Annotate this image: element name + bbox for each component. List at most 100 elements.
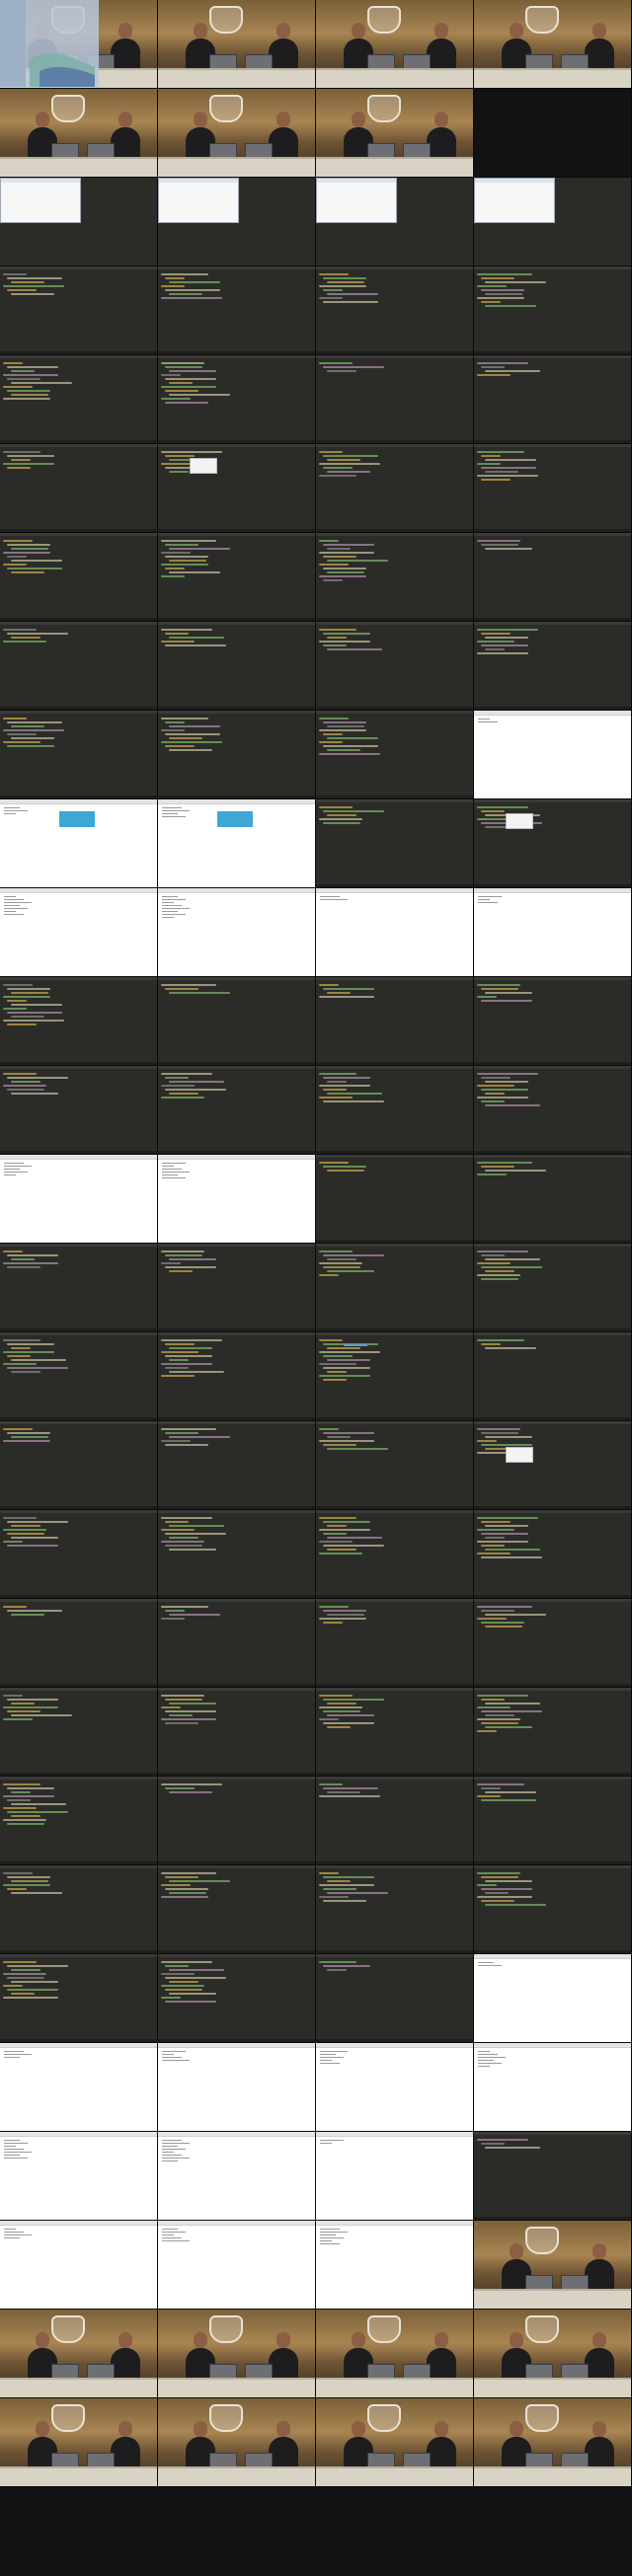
- code-lines: [161, 540, 309, 579]
- browser-address-bar[interactable]: [0, 2043, 157, 2048]
- code-line: [165, 1266, 216, 1268]
- code-line: [161, 1783, 222, 1785]
- code-line: [161, 564, 208, 566]
- code-line: [327, 1436, 351, 1438]
- code-lines: [3, 362, 151, 402]
- code-lines: [161, 1872, 309, 1900]
- browser-address-bar[interactable]: [158, 2221, 315, 2226]
- code-line: [7, 289, 37, 291]
- code-line: [7, 1432, 50, 1434]
- editor-statusbar: [158, 618, 315, 621]
- browser-address-bar[interactable]: [0, 1155, 157, 1160]
- code-line: [323, 745, 378, 747]
- code-line: [481, 455, 501, 457]
- code-line: [477, 374, 511, 376]
- code-editor-frame: [0, 266, 158, 355]
- code-line: [327, 1969, 347, 1971]
- code-line: [319, 1606, 349, 1608]
- text-line: [4, 1169, 20, 1170]
- browser-address-bar[interactable]: [0, 2221, 157, 2226]
- browser-frame: [316, 888, 474, 977]
- code-line: [319, 729, 366, 731]
- code-lines: [3, 1695, 151, 1722]
- code-line: [485, 1892, 509, 1894]
- code-line: [3, 1973, 46, 1975]
- code-line: [7, 1965, 68, 1967]
- browser-frame: [0, 888, 158, 977]
- browser-address-bar[interactable]: [474, 1954, 631, 1959]
- code-line: [3, 1961, 37, 1963]
- code-line: [327, 293, 378, 295]
- code-line: [319, 1872, 339, 1874]
- browser-address-bar[interactable]: [474, 888, 631, 893]
- code-line: [3, 1250, 23, 1252]
- file-dialog-window[interactable]: [158, 178, 239, 223]
- code-line: [323, 1355, 353, 1357]
- popup-window[interactable]: [506, 1447, 533, 1463]
- shield-logo-icon: [525, 2404, 559, 2432]
- browser-address-bar[interactable]: [158, 888, 315, 893]
- browser-address-bar[interactable]: [316, 888, 473, 893]
- code-lines: [3, 1872, 151, 1896]
- browser-frame: [158, 2221, 316, 2310]
- editor-menubar: [316, 1688, 473, 1691]
- code-line: [7, 1799, 31, 1801]
- file-dialog-window[interactable]: [474, 178, 555, 223]
- code-line: [11, 1880, 48, 1882]
- code-line: [477, 1162, 532, 1164]
- code-editor-frame: [0, 622, 158, 711]
- code-line: [319, 273, 349, 275]
- shield-logo-icon: [525, 6, 559, 34]
- text-line: [162, 816, 186, 817]
- editor-statusbar: [0, 1328, 157, 1331]
- code-line: [161, 1428, 216, 1430]
- popup-window[interactable]: [190, 458, 217, 474]
- code-line: [323, 721, 366, 723]
- browser-frame: [0, 2132, 158, 2221]
- file-dialog-window[interactable]: [316, 178, 397, 223]
- code-line: [7, 544, 50, 546]
- popup-window[interactable]: [506, 813, 533, 829]
- code-line: [477, 540, 520, 542]
- code-lines: [319, 1783, 467, 1799]
- browser-address-bar[interactable]: [316, 2221, 473, 2226]
- text-line: [162, 2146, 178, 2147]
- editor-menubar: [0, 533, 157, 536]
- text-line: [162, 914, 186, 915]
- file-dialog-frame: [158, 178, 316, 266]
- code-line: [477, 2139, 528, 2141]
- browser-address-bar[interactable]: [0, 888, 157, 893]
- desk: [474, 2289, 631, 2309]
- browser-address-bar[interactable]: [0, 2132, 157, 2137]
- shield-logo-icon: [209, 95, 243, 122]
- browser-address-bar[interactable]: [474, 2043, 631, 2048]
- code-line: [477, 1085, 514, 1087]
- code-line: [161, 273, 208, 275]
- text-line: [4, 813, 16, 814]
- browser-address-bar[interactable]: [316, 2132, 473, 2137]
- browser-address-bar[interactable]: [158, 1155, 315, 1160]
- code-line: [165, 1787, 195, 1789]
- code-line: [3, 1541, 23, 1543]
- code-line: [7, 745, 54, 747]
- browser-address-bar[interactable]: [0, 799, 157, 804]
- code-line: [485, 1549, 540, 1551]
- browser-address-bar[interactable]: [474, 711, 631, 716]
- text-line: [4, 807, 20, 808]
- code-editor-frame: [474, 1777, 632, 1865]
- desk: [158, 2378, 315, 2397]
- code-line: [327, 737, 378, 739]
- text-line: [4, 2152, 32, 2153]
- text-line: [478, 2051, 490, 2052]
- file-dialog-window[interactable]: [0, 178, 81, 223]
- code-line: [327, 1614, 364, 1616]
- browser-address-bar[interactable]: [158, 2043, 315, 2048]
- browser-address-bar[interactable]: [158, 799, 315, 804]
- code-line: [477, 1553, 511, 1554]
- code-editor-frame: [474, 533, 632, 622]
- browser-address-bar[interactable]: [316, 2043, 473, 2048]
- code-line: [477, 1428, 520, 1430]
- shield-logo-icon: [51, 2315, 85, 2343]
- browser-address-bar[interactable]: [158, 2132, 315, 2137]
- code-editor-frame: [316, 1777, 474, 1865]
